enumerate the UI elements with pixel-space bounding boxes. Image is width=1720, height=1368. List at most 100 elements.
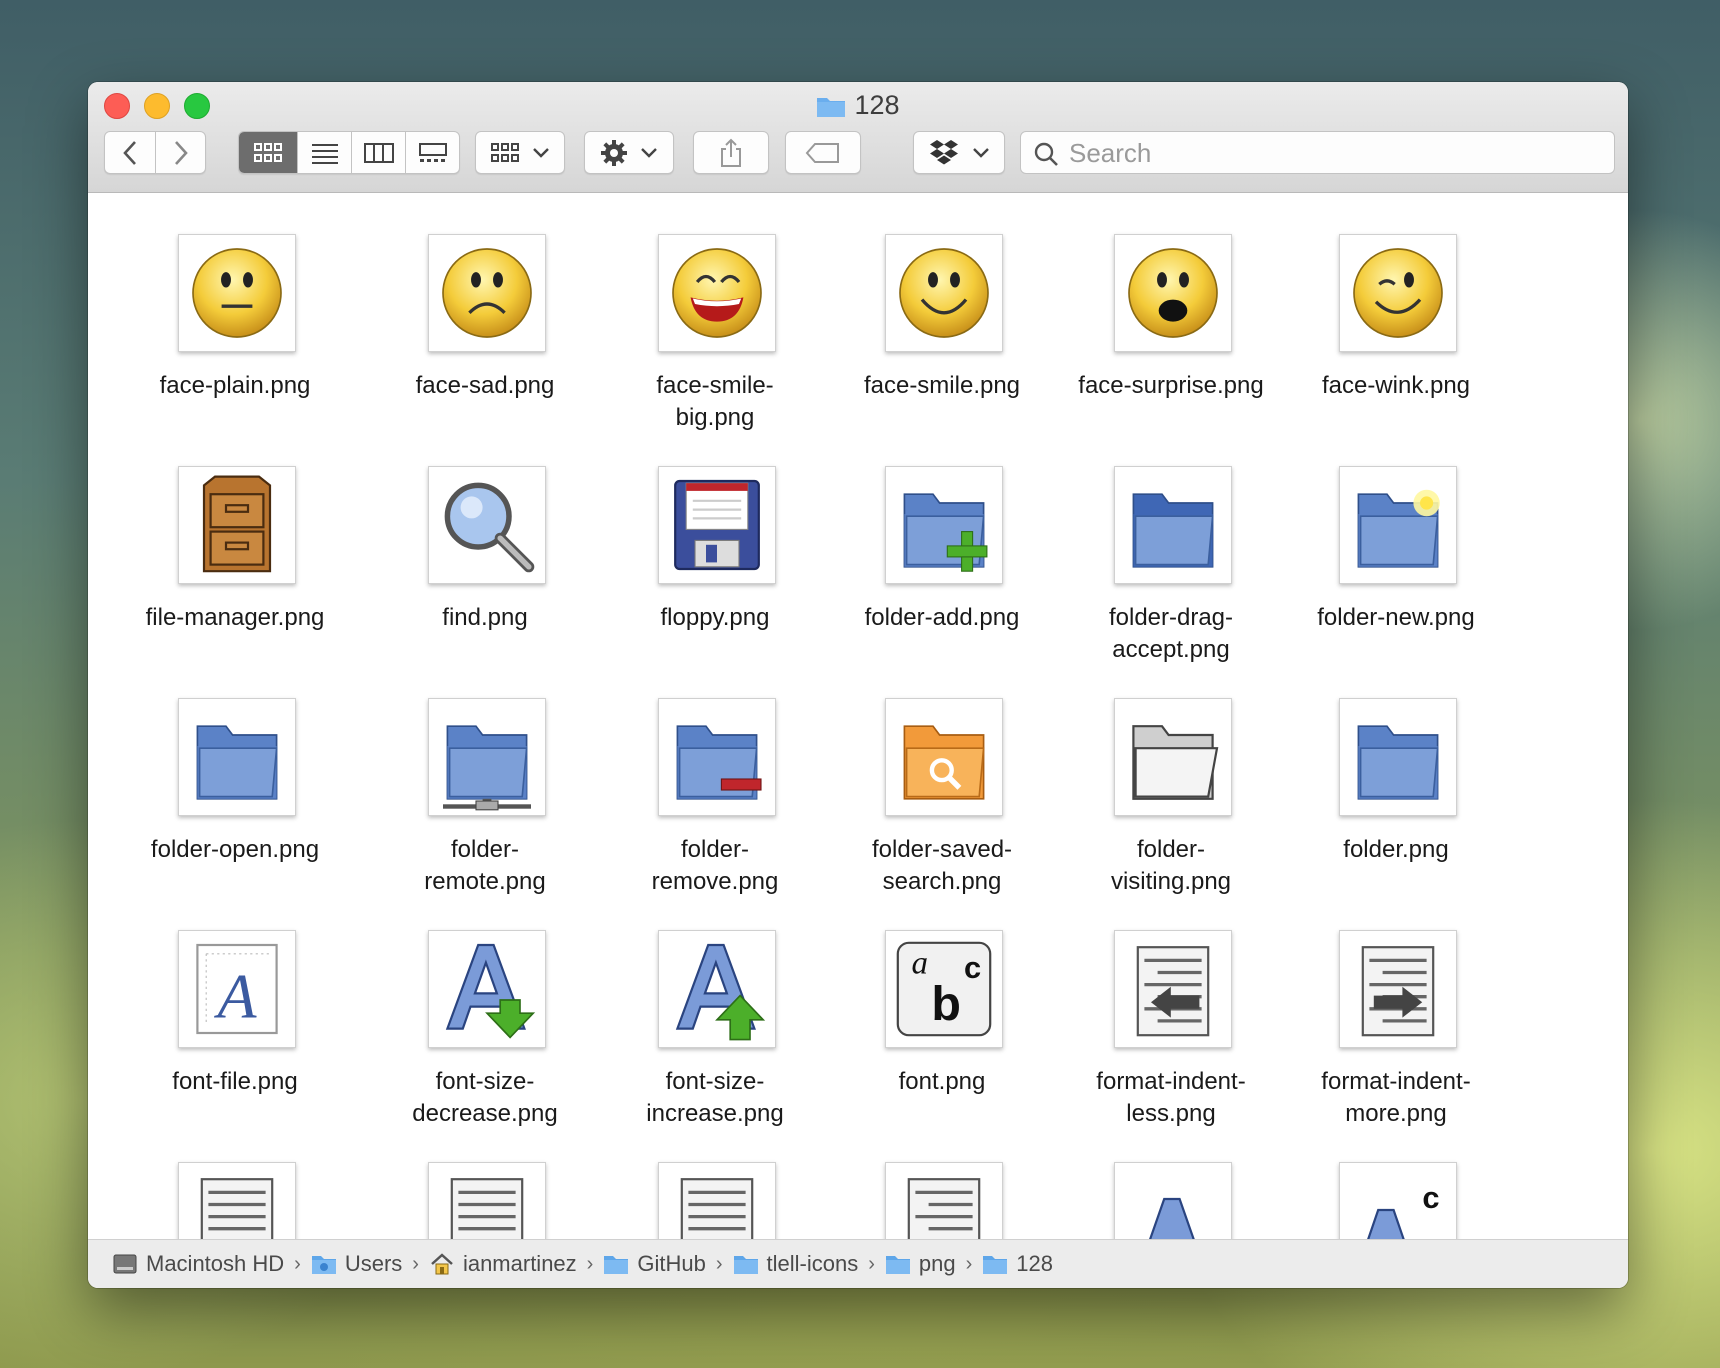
chevron-down-icon <box>533 147 549 158</box>
file-name-line: folder-drag- <box>1108 604 1234 631</box>
file-name-line: folder-open.png <box>150 836 320 863</box>
file-name-line: folder-saved- <box>871 836 1013 863</box>
back-button[interactable] <box>105 132 155 173</box>
breadcrumb-item[interactable]: Macintosh HD <box>112 1251 284 1277</box>
file-name: format-indent-less.png <box>1046 1066 1296 1130</box>
group-icon <box>491 142 519 162</box>
chevron-right-icon: › <box>412 1252 419 1275</box>
file-item[interactable]: font-size-decrease.png <box>360 930 610 1162</box>
file-name-line: font.png <box>898 1068 986 1095</box>
chevron-down-icon <box>641 147 657 158</box>
svg-text:c: c <box>1422 1180 1439 1215</box>
file-name-line: face-wink.png <box>1321 372 1471 399</box>
forward-button[interactable] <box>155 132 205 173</box>
file-item[interactable]: face-surprise.png <box>1046 234 1296 466</box>
folder-visiting-icon <box>1114 698 1232 816</box>
file-item[interactable]: format-indent-more.png <box>1271 930 1521 1162</box>
file-name-line: folder- <box>1136 836 1206 863</box>
file-item[interactable]: find.png <box>360 466 610 698</box>
file-name: face-sad.png <box>360 370 610 402</box>
file-item[interactable]: file-manager.png <box>110 466 360 698</box>
folder-new-icon <box>1339 466 1457 584</box>
titlebar: 128 <box>88 82 1628 193</box>
folder-remote-icon <box>428 698 546 816</box>
file-item[interactable]: folder-remove.png <box>590 698 840 930</box>
action-button[interactable] <box>584 131 674 174</box>
breadcrumb-label: 128 <box>1016 1251 1053 1276</box>
file-name-line: increase.png <box>646 1100 784 1127</box>
file-name-line: big.png <box>675 404 755 431</box>
breadcrumb-item[interactable]: tlell-icons <box>733 1251 858 1277</box>
breadcrumb-item[interactable]: GitHub <box>603 1251 706 1277</box>
file-item[interactable]: font-size-increase.png <box>590 930 840 1162</box>
file-item[interactable] <box>360 1162 610 1239</box>
file-item[interactable]: floppy.png <box>590 466 840 698</box>
file-item[interactable] <box>817 1162 1067 1239</box>
file-item[interactable]: face-smile.png <box>817 234 1067 466</box>
file-item[interactable]: folder.png <box>1271 698 1521 930</box>
file-name-line: accept.png <box>1112 636 1230 663</box>
file-item[interactable]: folder-add.png <box>817 466 1067 698</box>
view-column-button[interactable] <box>351 132 405 173</box>
file-item[interactable]: c <box>1271 1162 1521 1239</box>
folder-icon <box>603 1253 629 1275</box>
share-button[interactable] <box>693 131 769 174</box>
file-name-line: search.png <box>882 868 1002 895</box>
file-name: font-size-increase.png <box>590 1066 840 1130</box>
tags-button[interactable] <box>785 131 861 174</box>
file-item[interactable]: folder-saved-search.png <box>817 698 1067 930</box>
icon-view-icon <box>254 142 282 162</box>
file-name: font-size-decrease.png <box>360 1066 610 1130</box>
view-gallery-button[interactable] <box>405 132 459 173</box>
folder-saved-search-icon <box>885 698 1003 816</box>
file-item[interactable]: folder-open.png <box>110 698 360 930</box>
finder-window: 128 Search face-plain.png face-sad.png f… <box>88 82 1628 1288</box>
breadcrumb-item[interactable]: Users <box>311 1251 402 1277</box>
font-size-increase-icon <box>658 930 776 1048</box>
file-name-line: file-manager.png <box>145 604 325 631</box>
dropbox-button[interactable] <box>913 131 1005 174</box>
file-name: format-indent-more.png <box>1271 1066 1521 1130</box>
view-icon-button[interactable] <box>239 132 297 173</box>
share-icon <box>721 138 741 167</box>
file-item[interactable] <box>590 1162 840 1239</box>
file-item[interactable] <box>110 1162 360 1239</box>
folder-icon <box>733 1253 759 1275</box>
chevron-right-icon: › <box>294 1252 301 1275</box>
file-item[interactable]: Afont-file.png <box>110 930 360 1162</box>
file-name-line: format-indent- <box>1096 1068 1246 1095</box>
file-item[interactable]: face-wink.png <box>1271 234 1521 466</box>
breadcrumb-label: png <box>918 1251 956 1276</box>
file-item[interactable]: folder-visiting.png <box>1046 698 1296 930</box>
font-superscript-icon: c <box>1339 1162 1457 1239</box>
file-name: folder-remove.png <box>590 834 840 898</box>
svg-text:b: b <box>931 977 961 1031</box>
file-name: face-wink.png <box>1271 370 1521 402</box>
file-name-line: face-sad.png <box>415 372 555 399</box>
breadcrumb-item[interactable]: ianmartinez <box>429 1251 577 1277</box>
file-item[interactable]: folder-drag-accept.png <box>1046 466 1296 698</box>
file-item[interactable]: format-indent-less.png <box>1046 930 1296 1162</box>
file-name: font-file.png <box>110 1066 360 1098</box>
face-plain-icon <box>178 234 296 352</box>
file-name-line: find.png <box>442 604 528 631</box>
file-item[interactable]: face-plain.png <box>110 234 360 466</box>
search-field[interactable] <box>1020 131 1615 174</box>
file-item[interactable]: face-smile-big.png <box>590 234 840 466</box>
folder-add-icon <box>885 466 1003 584</box>
file-item[interactable]: folder-new.png <box>1271 466 1521 698</box>
file-item[interactable]: folder-remote.png <box>360 698 610 930</box>
indent-less-icon <box>1114 930 1232 1048</box>
file-name-line: folder- <box>450 836 520 863</box>
breadcrumb-item[interactable]: png <box>885 1251 956 1277</box>
file-item[interactable] <box>1046 1162 1296 1239</box>
search-input[interactable] <box>1067 136 1591 170</box>
file-item[interactable]: face-sad.png <box>360 234 610 466</box>
file-item[interactable]: a b c font.png <box>817 930 1067 1162</box>
file-name-line: floppy.png <box>660 604 770 631</box>
view-list-button[interactable] <box>297 132 351 173</box>
folder-icon <box>982 1253 1008 1275</box>
breadcrumb-item[interactable]: 128 <box>982 1251 1053 1277</box>
group-by-button[interactable] <box>475 131 565 174</box>
file-name-line: face-smile.png <box>863 372 1021 399</box>
